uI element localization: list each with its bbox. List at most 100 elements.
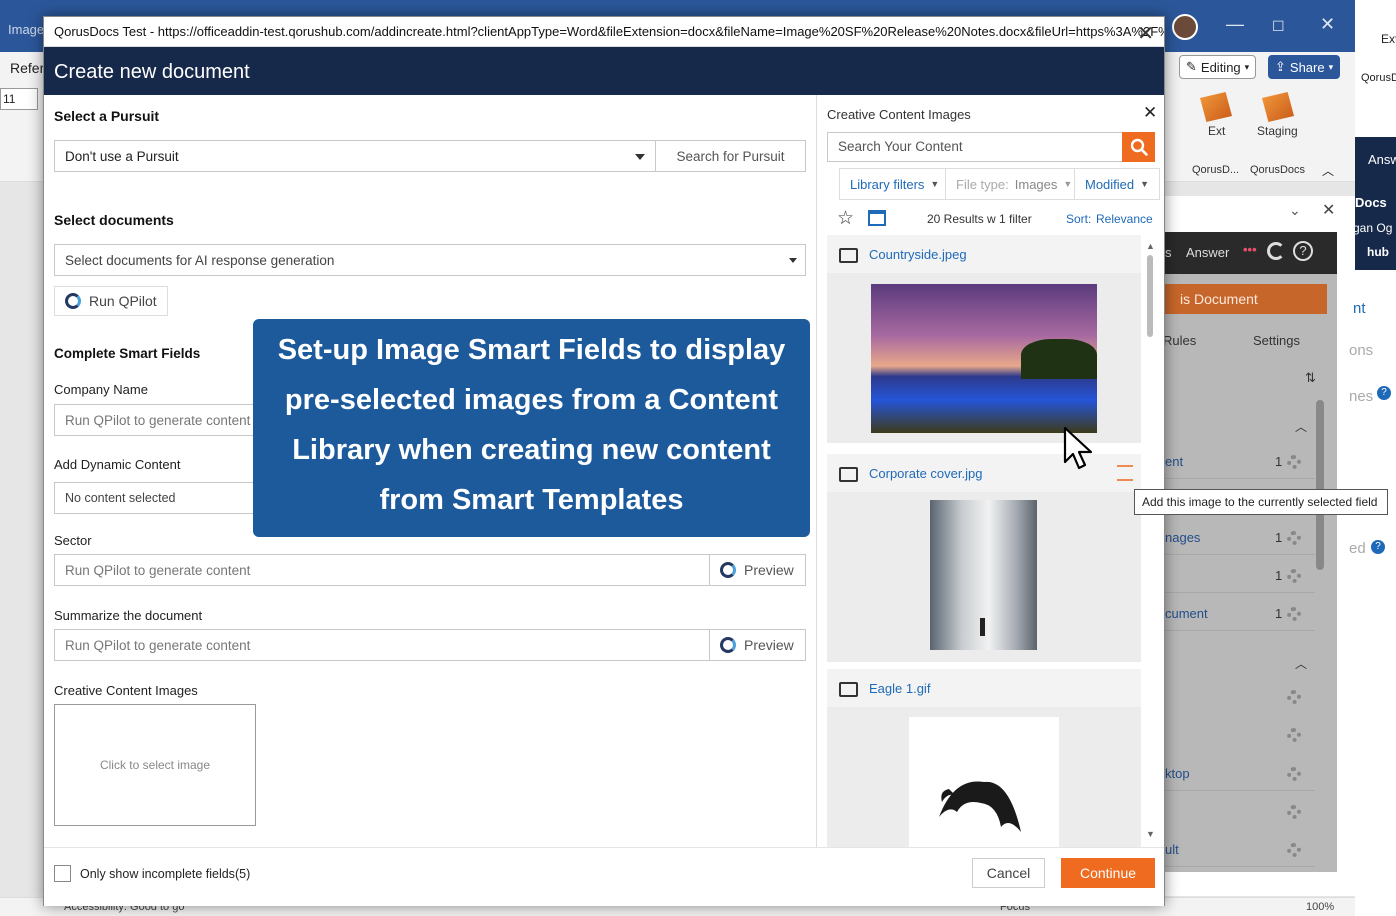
more-icon[interactable]: ••• xyxy=(1243,242,1257,257)
run-qpilot-button[interactable]: Run QPilot xyxy=(54,286,168,316)
close-window-icon[interactable]: ✕ xyxy=(1320,14,1335,35)
close-icon[interactable]: ✕ xyxy=(1137,21,1154,46)
image-item-name[interactable]: Countryside.jpeg xyxy=(869,247,967,262)
close-panel-icon[interactable]: ✕ xyxy=(1143,103,1157,123)
qpilot-icon[interactable] xyxy=(1267,242,1285,260)
modified-sort-dropdown[interactable]: Modified ▼ xyxy=(1074,168,1161,200)
search-button[interactable] xyxy=(1122,132,1155,162)
view-toggle-icon[interactable] xyxy=(868,210,886,226)
gear-icon[interactable] xyxy=(1287,690,1301,704)
eagle-thumbnail[interactable] xyxy=(909,717,1059,847)
scroll-up-icon[interactable]: ▲ xyxy=(1146,241,1155,251)
maximize-icon[interactable]: ☐ xyxy=(1272,18,1285,35)
file-type-value: Images xyxy=(1014,176,1058,192)
image-thumbnail-area xyxy=(827,707,1141,847)
only-incomplete-checkbox[interactable] xyxy=(54,865,71,882)
help-icon[interactable]: ? xyxy=(1293,241,1313,261)
scroll-down-icon[interactable]: ▼ xyxy=(1146,829,1155,839)
pane-nav-answer[interactable]: Answer xyxy=(1186,245,1229,260)
documents-select[interactable]: Select documents for AI response generat… xyxy=(54,244,806,276)
image-result-item[interactable]: Countryside.jpeg xyxy=(827,235,1141,448)
file-type-label: File type: xyxy=(956,176,1009,192)
cancel-button[interactable]: Cancel xyxy=(972,858,1045,888)
countryside-thumbnail[interactable] xyxy=(871,284,1097,433)
search-pursuit-button[interactable]: Search for Pursuit xyxy=(655,140,806,172)
close-pane-icon[interactable]: ✕ xyxy=(1322,200,1335,220)
font-size-select[interactable]: 11 xyxy=(0,88,38,110)
add-to-field-icon[interactable] xyxy=(1117,465,1133,481)
qorusdocs-staging-icon[interactable] xyxy=(1262,92,1294,122)
results-count: 20 Results w 1 filter xyxy=(927,212,1032,226)
ribbon-group-label: QorusDocs xyxy=(1250,164,1306,176)
gear-icon[interactable] xyxy=(1287,843,1301,857)
edge-label: gan Og xyxy=(1353,221,1393,235)
creative-images-label: Creative Content Images xyxy=(54,683,198,698)
help-icon[interactable]: ? xyxy=(1377,386,1391,400)
editing-mode-button[interactable]: ✎ Editing ▾ xyxy=(1179,55,1257,79)
feature-callout: Set-up Image Smart Fields to display pre… xyxy=(253,319,810,537)
summarize-field[interactable]: Run QPilot to generate content xyxy=(54,629,710,661)
pane-scrollbar[interactable] xyxy=(1316,400,1324,570)
pane-tab-settings[interactable]: Settings xyxy=(1253,333,1300,348)
gear-icon[interactable] xyxy=(1287,455,1301,469)
callout-line: pre-selected images from a Content xyxy=(284,384,779,416)
pursuit-select[interactable]: Don't use a Pursuit xyxy=(54,140,656,172)
preview-label: Preview xyxy=(744,562,794,578)
status-zoom[interactable]: 100% xyxy=(1306,901,1334,913)
image-icon xyxy=(839,467,858,482)
image-result-item[interactable]: Corporate cover.jpg xyxy=(827,454,1141,662)
select-documents-heading: Select documents xyxy=(54,212,174,228)
scrollbar-thumb[interactable] xyxy=(1147,255,1153,337)
library-filters-dropdown[interactable]: Library filters ▼ xyxy=(839,168,951,200)
only-incomplete-label: Only show incomplete fields xyxy=(80,867,235,881)
documents-select-placeholder: Select documents for AI response generat… xyxy=(65,253,335,268)
qpilot-icon xyxy=(720,637,736,653)
file-type-dropdown[interactable]: File type: Images ▼ xyxy=(945,168,1084,200)
incomplete-count: (5) xyxy=(235,867,251,881)
gear-icon[interactable] xyxy=(1287,531,1301,545)
chevron-up-icon[interactable]: ︿ xyxy=(1295,655,1307,672)
gear-icon[interactable] xyxy=(1287,767,1301,781)
image-icon xyxy=(839,248,858,263)
qpilot-icon xyxy=(720,562,736,578)
gear-icon[interactable] xyxy=(1287,805,1301,819)
corporate-cover-thumbnail[interactable] xyxy=(930,500,1037,650)
dialog-footer: Only show incomplete fields (5) Cancel C… xyxy=(44,847,1164,906)
continue-button[interactable]: Continue xyxy=(1061,858,1155,888)
sector-field[interactable]: Run QPilot to generate content xyxy=(54,554,710,586)
image-result-item[interactable]: Eagle 1.gif xyxy=(827,669,1141,847)
help-icon[interactable]: ? xyxy=(1371,540,1385,554)
chevron-down-icon xyxy=(635,154,645,160)
sector-preview-button[interactable]: Preview xyxy=(709,554,806,586)
qorusdocs-ext-icon[interactable] xyxy=(1200,92,1232,122)
image-select-box[interactable]: Click to select image xyxy=(54,704,256,826)
image-list-scrollbar[interactable]: ▲ ▼ xyxy=(1145,241,1155,841)
image-thumbnail-area xyxy=(827,273,1141,443)
chevron-down-icon[interactable]: ⌄ xyxy=(1289,202,1301,219)
gear-icon[interactable] xyxy=(1287,569,1301,583)
user-avatar[interactable] xyxy=(1172,14,1198,40)
summarize-preview-button[interactable]: Preview xyxy=(709,629,806,661)
minimize-icon[interactable]: — xyxy=(1226,14,1244,35)
gear-icon[interactable] xyxy=(1287,728,1301,742)
image-item-name[interactable]: Corporate cover.jpg xyxy=(869,466,982,481)
pane-document-button[interactable]: is Document xyxy=(1165,284,1327,314)
dialog-title-bar: QorusDocs Test - https://officeaddin-tes… xyxy=(44,17,1164,47)
collapse-ribbon-icon[interactable]: ︿ xyxy=(1322,162,1334,179)
ribbon-tab-references[interactable]: Refer xyxy=(10,60,44,76)
sort-value[interactable]: Relevance xyxy=(1096,212,1153,226)
edge-label: QorusD xyxy=(1361,72,1396,84)
image-item-name[interactable]: Eagle 1.gif xyxy=(869,681,930,696)
content-search-input[interactable]: Search Your Content xyxy=(827,132,1123,162)
pane-tab-rules[interactable]: Rules xyxy=(1163,333,1196,348)
share-button[interactable]: ⇪ Share ▾ xyxy=(1268,55,1341,79)
sort-icon[interactable]: ⇅ xyxy=(1305,370,1316,386)
ribbon-group-label: QorusD... xyxy=(1192,164,1240,176)
smart-fields-heading: Complete Smart Fields xyxy=(54,346,201,361)
gear-icon[interactable] xyxy=(1287,607,1301,621)
task-pane-nav: s Answer ••• ? xyxy=(1165,232,1337,274)
chevron-up-icon[interactable]: ︿ xyxy=(1295,418,1307,435)
favorite-star-icon[interactable]: ☆ xyxy=(837,207,854,230)
preview-label: Preview xyxy=(744,637,794,653)
sort-label: Sort: xyxy=(1066,212,1092,226)
